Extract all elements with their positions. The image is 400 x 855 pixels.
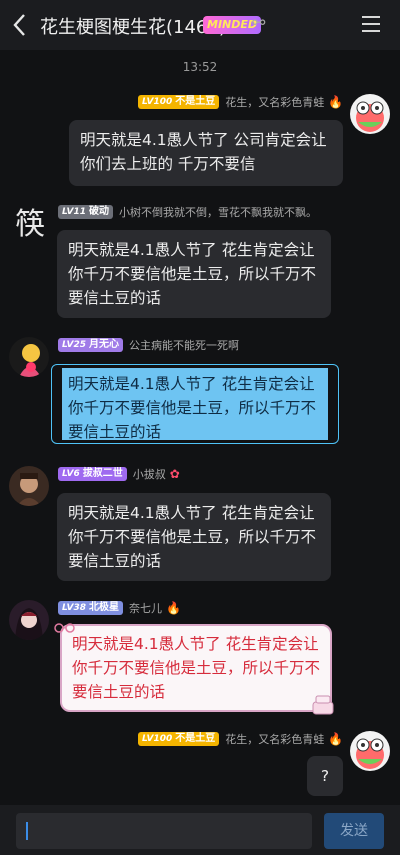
- timestamp: 13:52: [182, 60, 218, 74]
- sender-meta: LV38 北极星 奈七儿 🔥: [58, 599, 181, 617]
- avatar[interactable]: [9, 337, 49, 377]
- flower-icon: ✿: [169, 467, 180, 481]
- send-button[interactable]: 发送: [324, 813, 384, 849]
- sender-meta: LV25 月无心 公主病能不能死一死啊: [58, 336, 239, 354]
- message-input[interactable]: [16, 813, 312, 849]
- back-icon[interactable]: [10, 12, 30, 38]
- message-bubble[interactable]: 明天就是4.1愚人节了 公司肯定会让你们去上班的 千万不要信: [69, 120, 343, 186]
- glasses-icon: [54, 623, 75, 633]
- level-badge: LV100 不是土豆: [138, 732, 220, 746]
- sender-name: 公主病能不能死一死啊: [129, 339, 239, 352]
- avatar[interactable]: [350, 731, 390, 771]
- sender-meta: LV6 拔叔二世 小拔叔 ✿: [58, 465, 180, 483]
- level-badge: LV25 月无心: [58, 338, 123, 352]
- fire-icon: 🔥: [328, 95, 344, 109]
- sender-name: 奈七儿: [129, 602, 162, 615]
- fire-icon: 🔥: [166, 601, 181, 615]
- level-badge: LV38 北极星: [58, 601, 123, 615]
- avatar[interactable]: [350, 94, 390, 134]
- sender-meta: LV11 破动 小树不倒我就不倒，雪花不飘我就不飘。: [58, 203, 317, 221]
- chat-header: 花生梗图梗生花(1468) MINDED ⚯: [0, 0, 400, 50]
- ear-icon[interactable]: ⚯: [252, 13, 265, 32]
- message-bubble[interactable]: 明天就是4.1愚人节了 花生肯定会让你千万不要信他是土豆，所以千万不要信土豆的话: [60, 624, 332, 712]
- chat-title: 花生梗图梗生花(1468): [40, 17, 226, 38]
- menu-icon[interactable]: [362, 16, 380, 32]
- level-badge: LV11 破动: [58, 205, 113, 219]
- level-badge: LV6 拔叔二世: [58, 467, 127, 481]
- text-caret: [26, 822, 28, 840]
- message-bubble[interactable]: 明天就是4.1愚人节了 花生肯定会让你千万不要信他是土豆，所以千万不要信土豆的话: [57, 230, 331, 318]
- sender-name: 小拔叔: [132, 468, 166, 481]
- sender-name: 小树不倒我就不倒，雪花不飘我就不飘。: [119, 206, 317, 219]
- sender-name: 花生，又名彩色青蛙: [225, 96, 325, 109]
- level-badge: LV100 不是土豆: [138, 95, 220, 109]
- message-bubble[interactable]: 明天就是4.1愚人节了 花生肯定会让你千万不要信他是土豆，所以千万不要信土豆的话: [57, 493, 331, 581]
- message-bubble[interactable]: 明天就是4.1愚人节了 花生肯定会让你千万不要信他是土豆，所以千万不要信土豆的话: [51, 364, 339, 444]
- svg-text:筷: 筷: [15, 207, 45, 242]
- avatar[interactable]: [9, 600, 49, 640]
- message-text: 明天就是4.1愚人节了 花生肯定会让你千万不要信他是土豆，所以千万不要信土豆的话: [62, 368, 328, 441]
- sender-meta: LV100 不是土豆 花生，又名彩色青蛙 🔥: [138, 93, 343, 111]
- avatar[interactable]: [9, 466, 49, 506]
- input-bar: 发送: [0, 805, 400, 855]
- avatar[interactable]: 筷: [10, 202, 50, 242]
- fire-icon: 🔥: [328, 732, 344, 746]
- sender-name: 花生，又名彩色青蛙: [225, 733, 325, 746]
- cake-icon: [312, 695, 334, 715]
- message-bubble[interactable]: ?: [307, 756, 343, 796]
- sender-meta: LV100 不是土豆 花生，又名彩色青蛙 🔥: [138, 730, 343, 748]
